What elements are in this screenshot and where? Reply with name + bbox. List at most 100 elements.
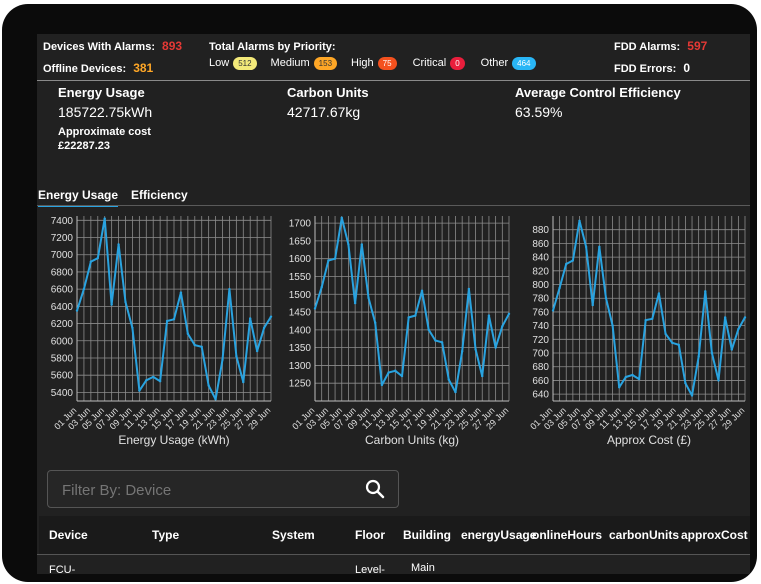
fdd-errors-count: 0 — [683, 61, 691, 75]
priority-other: Other 464 — [481, 57, 536, 70]
data-point — [75, 309, 79, 312]
col-approx-cost[interactable]: approxCost — [681, 528, 748, 542]
data-point — [571, 259, 575, 262]
data-point — [117, 243, 120, 246]
search-icon[interactable] — [364, 478, 386, 500]
fdd-alarms-label: FDD Alarms: — [614, 41, 681, 53]
data-point — [427, 328, 430, 332]
y-tick-label: 6200 — [51, 319, 74, 330]
col-device[interactable]: Device — [49, 528, 88, 542]
priority-count-badge: 464 — [512, 57, 536, 70]
data-point — [193, 343, 196, 347]
y-tick-label: 720 — [532, 335, 549, 346]
data-point — [487, 314, 491, 317]
data-point — [262, 326, 266, 330]
total-alarms-label: Total Alarms by Priority: — [209, 41, 336, 53]
data-point — [730, 348, 733, 351]
y-tick-label: 1600 — [289, 254, 312, 265]
efficiency-value: 63.59% — [515, 104, 563, 120]
data-point — [186, 332, 190, 336]
col-online-hours[interactable]: onlineHours — [532, 528, 602, 542]
data-point — [584, 245, 588, 249]
approx-cost-value: £22287.23 — [58, 140, 110, 152]
priority-label: Medium — [270, 57, 310, 70]
devices-with-alarms: Devices With Alarms: 893 — [43, 39, 182, 53]
priority-critical: Critical 0 — [412, 57, 465, 70]
data-point — [269, 315, 273, 318]
y-tick-label: 640 — [532, 390, 549, 401]
data-point — [228, 287, 231, 291]
cell-floor: Level- — [355, 564, 385, 574]
efficiency-title: Average Control Efficiency — [515, 85, 681, 100]
energy-usage-value: 185722.75kWh — [58, 104, 153, 120]
data-point — [598, 245, 601, 249]
data-point — [380, 383, 384, 387]
data-point — [387, 371, 390, 374]
series-line — [314, 216, 510, 394]
table-row[interactable]: FCU- Level- Main — [39, 555, 750, 574]
data-point — [407, 316, 410, 319]
data-point — [420, 289, 424, 292]
col-carbon-units[interactable]: carbonUnits — [609, 528, 679, 542]
data-point — [82, 287, 86, 291]
data-point — [664, 332, 667, 336]
y-tick-label: 680 — [532, 362, 549, 373]
carbon-units-value: 42717.67kg — [287, 104, 361, 120]
data-point — [313, 307, 317, 310]
y-tick-label: 860 — [532, 239, 549, 250]
col-system[interactable]: System — [272, 528, 315, 542]
y-tick-label: 1400 — [289, 325, 312, 336]
col-floor[interactable]: Floor — [355, 528, 385, 542]
data-point — [474, 348, 477, 351]
col-energy-usage[interactable]: energyUsage — [461, 528, 536, 542]
data-point — [242, 380, 245, 384]
data-point — [320, 285, 323, 289]
col-building[interactable]: Building — [403, 528, 451, 542]
data-point — [631, 373, 634, 377]
y-tick-label: 6600 — [51, 285, 74, 296]
data-point — [179, 291, 183, 294]
header-divider — [37, 80, 750, 81]
cell-device: FCU- — [49, 564, 76, 574]
data-point — [447, 378, 450, 381]
y-tick-label: 880 — [532, 225, 549, 236]
carbon-units-title: Carbon Units — [287, 85, 369, 100]
col-type[interactable]: Type — [152, 528, 179, 542]
data-point — [103, 217, 106, 220]
priority-label: Critical — [412, 57, 447, 70]
y-tick-label: 7400 — [51, 216, 74, 227]
data-point — [710, 351, 714, 355]
data-point — [131, 326, 134, 330]
priority-count-badge: 75 — [377, 57, 397, 70]
search-input[interactable] — [60, 479, 354, 501]
data-point — [644, 318, 647, 322]
devices-with-alarms-label: Devices With Alarms: — [43, 41, 155, 53]
data-point — [145, 379, 148, 382]
y-tick-label: 740 — [532, 321, 549, 332]
data-point — [565, 262, 568, 266]
data-point — [481, 374, 484, 378]
priority-label: Low — [209, 57, 230, 70]
data-point — [737, 327, 740, 331]
approx-cost-chart: 6406606807007207407607808008208408608800… — [528, 216, 746, 447]
device-filter[interactable] — [47, 470, 399, 508]
data-point — [677, 343, 680, 347]
priority-medium: Medium 153 — [270, 57, 338, 70]
data-point — [454, 390, 457, 394]
data-point — [340, 216, 343, 219]
data-point — [657, 292, 661, 295]
data-point — [507, 312, 511, 316]
priority-badges: Low 512 Medium 153 High 75 Critical 0 Other 464 — [209, 57, 536, 70]
tab-efficiency[interactable]: Efficiency — [131, 188, 188, 202]
data-point — [651, 317, 654, 320]
priority-low: Low 512 — [209, 57, 257, 70]
data-point — [110, 303, 113, 306]
offline-devices-count: 381 — [133, 61, 154, 75]
data-point — [670, 341, 674, 344]
y-tick-label: 840 — [532, 253, 549, 264]
series-line — [552, 219, 746, 397]
data-point — [152, 375, 155, 379]
y-tick-label: 1650 — [289, 236, 312, 247]
priority-high: High 75 — [351, 57, 397, 70]
y-tick-label: 7000 — [51, 250, 74, 261]
